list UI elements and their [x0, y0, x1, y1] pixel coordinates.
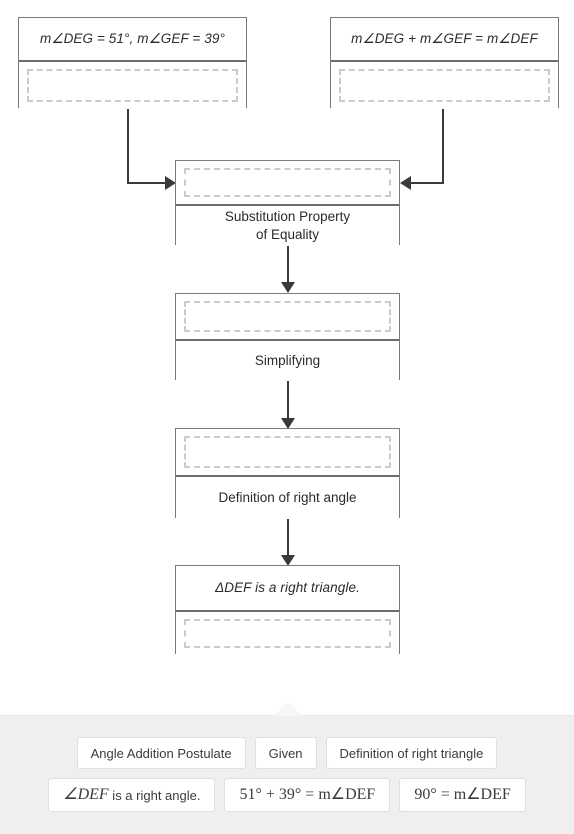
connector-right-horizontal	[411, 182, 444, 184]
empty-drop-slot[interactable]	[339, 69, 550, 102]
reason-text: Substitution Property of Equality	[224, 209, 351, 242]
reason-text: Simplifying	[254, 353, 321, 369]
tile-suffix-text: is a right angle.	[108, 787, 201, 803]
answer-bank-tray: Angle Addition Postulate Given Definitio…	[0, 702, 574, 834]
connector-right-arrowhead	[400, 176, 411, 190]
answer-bank-row-2: ∠DEF is a right angle. 51° + 39° = m∠DEF…	[48, 778, 526, 812]
answer-tile-51-plus-39[interactable]: 51° + 39° = m∠DEF	[224, 778, 391, 812]
proof-box-given-1: m∠DEG = 51°, m∠GEF = 39°	[18, 17, 247, 109]
answer-bank-rows: Angle Addition Postulate Given Definitio…	[0, 716, 574, 812]
proof-box-step-4: ΔDEF is a right triangle.	[175, 565, 400, 655]
connector-step1-to-step2-arrowhead	[281, 282, 295, 293]
connector-left-vertical	[127, 108, 129, 184]
answer-tile-def-is-right-angle[interactable]: ∠DEF is a right angle.	[48, 778, 216, 812]
proof-box-step-1: Substitution Property of Equality	[175, 160, 400, 246]
empty-drop-slot[interactable]	[27, 69, 238, 102]
proof-box-step-3: Definition of right angle	[175, 428, 400, 519]
proof-canvas: m∠DEG = 51°, m∠GEF = 39° m∠DEG + m∠GEF =…	[0, 0, 574, 715]
empty-drop-slot[interactable]	[184, 301, 391, 332]
connector-step1-to-step2-line	[287, 245, 289, 285]
empty-drop-slot[interactable]	[184, 436, 391, 468]
proof-builder-screen: m∠DEG = 51°, m∠GEF = 39° m∠DEG + m∠GEF =…	[0, 0, 574, 834]
statement-text: m∠DEG = 51°, m∠GEF = 39°	[40, 31, 225, 47]
proof-box-step-2: Simplifying	[175, 293, 400, 381]
proof-box-step-2-reason: Simplifying	[176, 339, 399, 381]
proof-box-given-1-statement: m∠DEG = 51°, m∠GEF = 39°	[19, 18, 246, 60]
proof-box-step-2-statement-dropzone[interactable]	[176, 294, 399, 339]
proof-box-given-2: m∠DEG + m∠GEF = m∠DEF	[330, 17, 559, 109]
connector-step3-to-step4-line	[287, 518, 289, 559]
connector-step2-to-step3-line	[287, 380, 289, 422]
connector-left-horizontal	[127, 182, 167, 184]
connector-right-vertical	[442, 108, 444, 184]
empty-drop-slot[interactable]	[184, 619, 391, 648]
answer-bank-row-1: Angle Addition Postulate Given Definitio…	[76, 737, 498, 769]
proof-box-step-1-reason: Substitution Property of Equality	[176, 204, 399, 246]
empty-drop-slot[interactable]	[184, 168, 391, 197]
reason-text: Definition of right angle	[218, 490, 357, 506]
proof-box-given-1-reason-dropzone[interactable]	[19, 60, 246, 109]
statement-text: ΔDEF is a right triangle.	[215, 580, 360, 596]
tray-notch-icon	[273, 702, 303, 716]
proof-box-step-3-statement-dropzone[interactable]	[176, 429, 399, 475]
proof-box-step-4-statement: ΔDEF is a right triangle.	[176, 566, 399, 610]
proof-box-given-2-reason-dropzone[interactable]	[331, 60, 558, 109]
math-angle-def: ∠DEF	[63, 786, 109, 803]
proof-box-given-2-statement: m∠DEG + m∠GEF = m∠DEF	[331, 18, 558, 60]
proof-box-step-1-statement-dropzone[interactable]	[176, 161, 399, 204]
answer-tile-given[interactable]: Given	[254, 737, 317, 769]
proof-box-step-4-reason-dropzone[interactable]	[176, 610, 399, 655]
answer-tile-angle-addition-postulate[interactable]: Angle Addition Postulate	[76, 737, 246, 769]
statement-text: m∠DEG + m∠GEF = m∠DEF	[351, 31, 538, 47]
proof-box-step-3-reason: Definition of right angle	[176, 475, 399, 519]
answer-tile-90-equals-mdef[interactable]: 90° = m∠DEF	[399, 778, 526, 812]
answer-tile-definition-of-right-triangle[interactable]: Definition of right triangle	[325, 737, 498, 769]
